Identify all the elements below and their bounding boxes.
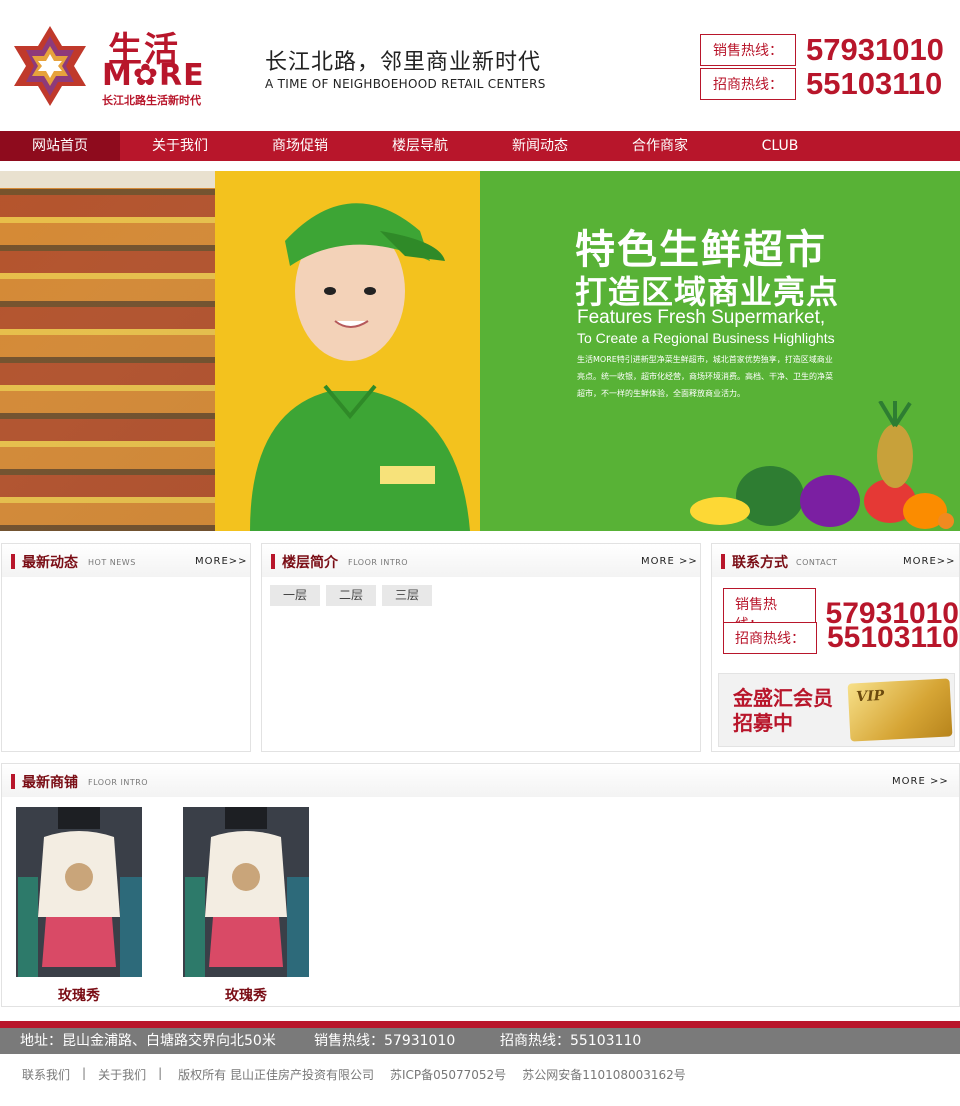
floor-panel-subtitle: FLOOR INTRO <box>348 558 409 567</box>
floor-panel: 楼层简介 FLOOR INTRO MORE >> 一层 二层 三层 <box>261 543 701 752</box>
banner-description: 生活MORE特引进新型净菜生鲜超市，城北首家优势独享，打造区域商业亮点。统一收银… <box>577 355 833 398</box>
nav-item-partners[interactable]: 合作商家 <box>600 131 720 161</box>
logo-subtitle: 长江北路生活新时代 <box>102 94 201 107</box>
section-marker <box>11 774 15 789</box>
shops-panel-subtitle: FLOOR INTRO <box>88 778 149 787</box>
footer-invest: 招商热线：55103110 <box>500 1033 642 1049</box>
contact-more-link[interactable]: MORE>> <box>903 556 956 567</box>
contact-invest-hotline: 招商热线： 55103110 <box>723 621 959 655</box>
floor-tab-1[interactable]: 一层 <box>270 585 320 606</box>
header-sales-hotline: 销售热线： 57931010 <box>700 32 944 68</box>
news-more-link[interactable]: MORE>> <box>195 556 248 567</box>
footer-separator: | <box>158 1066 163 1080</box>
shop-item[interactable]: 玫瑰秀 <box>16 807 142 1005</box>
contact-panel-subtitle: CONTACT <box>796 558 838 567</box>
footer-link-about[interactable]: 关于我们 <box>98 1066 146 1083</box>
footer-copyright: 版权所有 昆山正佳房产投资有限公司 <box>178 1068 374 1082</box>
vip-card-label: VIP <box>855 687 885 706</box>
shop-item[interactable]: 玫瑰秀 <box>183 807 309 1005</box>
footer-info-bar: 地址：昆山金浦路、白塘路交界向北50米 销售热线：57931010 招商热线：5… <box>0 1028 960 1054</box>
nav-item-floor-guide[interactable]: 楼层导航 <box>360 131 480 161</box>
banner-english-subtitle: To Create a Regional Business Highlights <box>577 330 835 346</box>
floor-tabs: 一层 二层 三层 <box>270 585 432 606</box>
site-logo[interactable]: 生活 M✿RE 长江北路生活新时代 <box>8 22 218 110</box>
footer-link-contact[interactable]: 联系我们 <box>22 1066 70 1083</box>
shop-image <box>16 807 142 977</box>
shops-panel-header: 最新商铺 FLOOR INTRO MORE >> <box>2 764 959 797</box>
shop-name[interactable]: 玫瑰秀 <box>183 985 309 1005</box>
carousel-dot[interactable] <box>938 513 954 529</box>
floor-tab-3[interactable]: 三层 <box>382 585 432 606</box>
contact-invest-label: 招商热线： <box>723 622 817 654</box>
nav-item-club[interactable]: CLUB <box>720 131 840 161</box>
slogan: 长江北路，邻里商业新时代 A TIME OF NEIGHBOEHOOD RETA… <box>265 44 546 91</box>
section-marker <box>721 554 725 569</box>
shops-panel: 最新商铺 FLOOR INTRO MORE >> 玫瑰秀 玫瑰秀 <box>1 763 960 1007</box>
banner-english-title: Features Fresh Supermarket, <box>577 307 826 328</box>
shelf-photo <box>0 188 215 531</box>
shop-image <box>183 807 309 977</box>
contact-invest-number: 55103110 <box>827 621 959 654</box>
news-panel-subtitle: HOT NEWS <box>88 558 136 567</box>
nav-item-home[interactable]: 网站首页 <box>0 131 120 161</box>
news-panel-header: 最新动态 HOT NEWS MORE>> <box>2 544 250 577</box>
footer-icp[interactable]: 苏ICP备05077052号 <box>390 1066 506 1083</box>
contact-panel: 联系方式 CONTACT MORE>> 销售热线： 57931010 招商热线：… <box>711 543 960 752</box>
sales-hotline-label: 销售热线： <box>700 34 796 66</box>
section-marker <box>271 554 275 569</box>
footer-police-record[interactable]: 苏公网安备110108003162号 <box>522 1066 686 1083</box>
vip-card-image: VIP <box>847 678 953 742</box>
nav-item-promotions[interactable]: 商场促销 <box>240 131 360 161</box>
contact-panel-header: 联系方式 CONTACT MORE>> <box>712 544 959 577</box>
floor-tab-2[interactable]: 二层 <box>326 585 376 606</box>
logo-emblem-icon <box>14 26 86 106</box>
clothing-mannequin-icon <box>16 807 142 977</box>
hero-banner[interactable]: 特色生鲜超市 打造区域商业亮点 Features Fresh Supermark… <box>0 171 960 531</box>
floor-panel-title: 楼层简介 <box>282 555 338 571</box>
main-nav: 网站首页 关于我们 商场促销 楼层导航 新闻动态 合作商家 CLUB <box>0 131 960 161</box>
floor-more-link[interactable]: MORE >> <box>641 556 698 567</box>
footer-divider <box>0 1021 960 1028</box>
vip-subtitle: 招募中 <box>733 711 793 735</box>
vip-recruit-banner[interactable]: 金盛汇会员 招募中 VIP <box>718 673 955 747</box>
shop-name[interactable]: 玫瑰秀 <box>16 985 142 1005</box>
fruits-image <box>690 401 947 529</box>
staff-person-image <box>250 203 470 531</box>
floor-panel-header: 楼层简介 FLOOR INTRO MORE >> <box>262 544 700 577</box>
footer-links: 联系我们 | 关于我们 | 版权所有 昆山正佳房产投资有限公司 苏ICP备050… <box>22 1066 686 1083</box>
shops-panel-title: 最新商铺 <box>22 775 78 791</box>
section-marker <box>11 554 15 569</box>
nav-item-about[interactable]: 关于我们 <box>120 131 240 161</box>
site-header: 生活 M✿RE 长江北路生活新时代 长江北路，邻里商业新时代 A TIME OF… <box>0 0 960 131</box>
footer-address: 地址：昆山金浦路、白塘路交界向北50米 <box>20 1033 276 1049</box>
header-invest-hotline: 招商热线： 55103110 <box>700 66 942 102</box>
slogan-en: A TIME OF NEIGHBOEHOOD RETAIL CENTERS <box>265 77 546 91</box>
clothing-mannequin-icon <box>183 807 309 977</box>
shops-more-link[interactable]: MORE >> <box>892 776 949 787</box>
invest-hotline-label: 招商热线： <box>700 68 796 100</box>
news-panel-title: 最新动态 <box>22 555 78 571</box>
news-panel: 最新动态 HOT NEWS MORE>> <box>1 543 251 752</box>
footer-separator: | <box>82 1066 87 1080</box>
slogan-cn: 长江北路，邻里商业新时代 <box>265 50 542 75</box>
logo-more: M✿RE <box>102 58 205 93</box>
contact-panel-title: 联系方式 <box>732 555 788 571</box>
invest-hotline-number: 55103110 <box>806 66 943 101</box>
footer-sales: 销售热线：57931010 <box>314 1033 456 1049</box>
nav-item-news[interactable]: 新闻动态 <box>480 131 600 161</box>
sales-hotline-number: 57931010 <box>806 32 944 67</box>
